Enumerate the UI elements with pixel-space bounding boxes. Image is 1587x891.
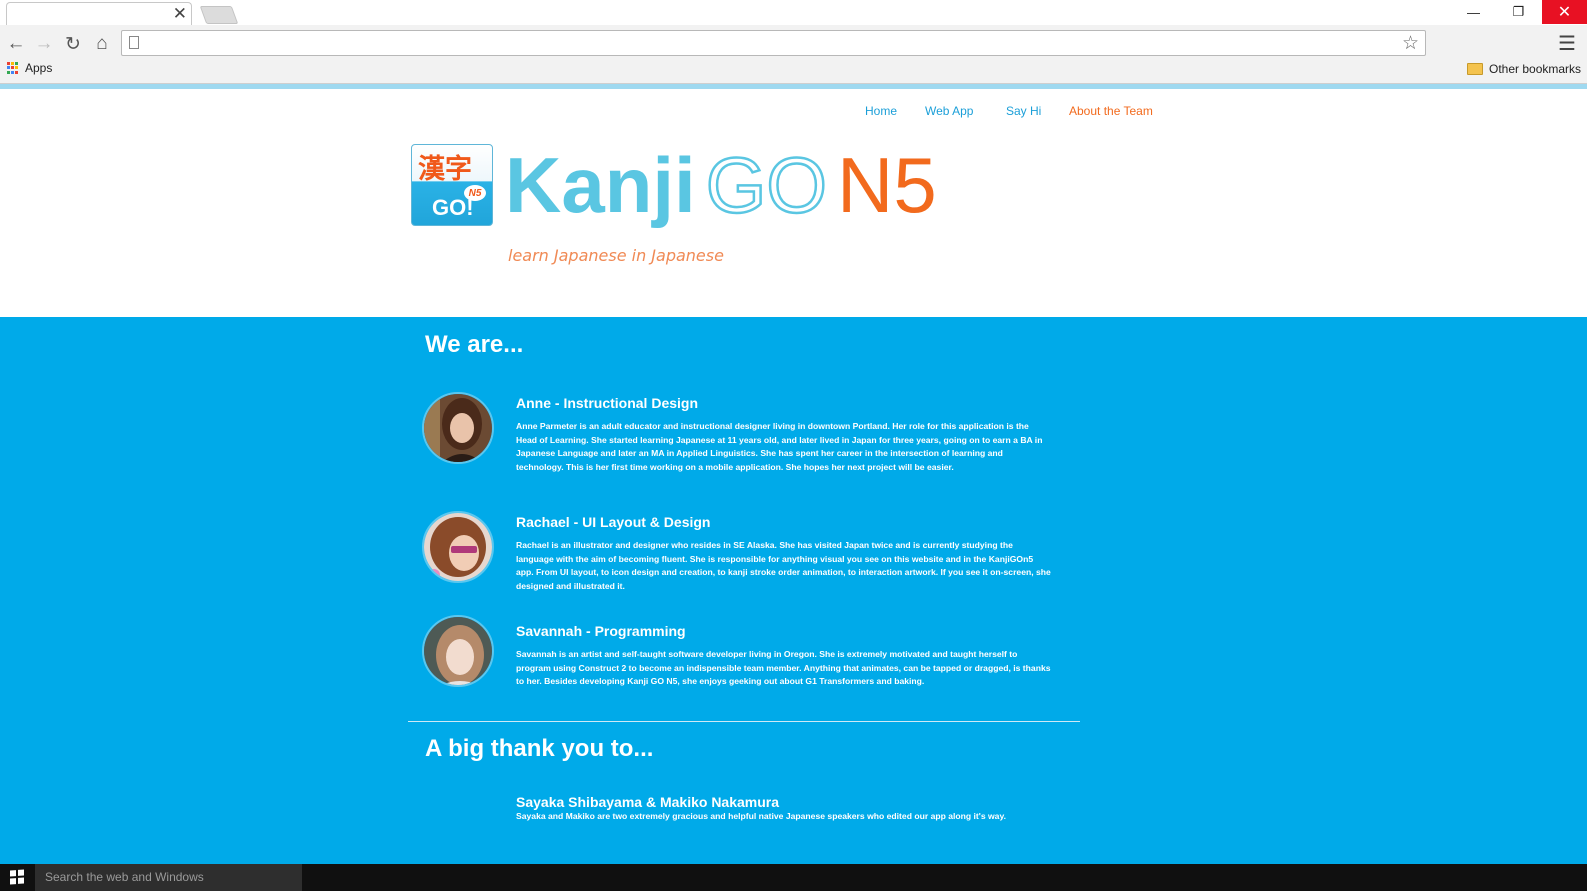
bookmarks-bar: Apps Other bookmarks	[0, 59, 1587, 83]
member-bio: Rachael is an illustrator and designer w…	[516, 540, 1051, 592]
new-tab-button[interactable]	[199, 6, 239, 24]
logo-go: GO!	[432, 195, 474, 220]
restore-button[interactable]: ❐	[1496, 0, 1541, 24]
home-icon[interactable]: ⌂	[90, 32, 114, 56]
thanks-name: Sayaka Shibayama & Makiko Nakamura	[516, 794, 780, 810]
page-icon	[129, 36, 139, 49]
member-name: Anne - Instructional Design	[516, 395, 699, 411]
browser-toolbar: ← → ↻ ⌂ ☆ ☰ Apps Other bookmarks	[0, 25, 1587, 84]
apps-bookmark[interactable]: Apps	[7, 61, 52, 75]
tab-close-icon[interactable]: ✕	[173, 4, 187, 24]
bookmark-star-icon[interactable]: ☆	[1402, 32, 1419, 55]
windows-start-icon[interactable]	[10, 869, 24, 885]
logo-kanji: 漢字	[418, 154, 472, 185]
avatar	[422, 615, 494, 687]
reload-icon[interactable]: ↻	[61, 32, 85, 56]
member-name: Rachael - UI Layout & Design	[516, 514, 711, 530]
team-heading: We are...	[425, 331, 524, 358]
other-bookmarks-label: Other bookmarks	[1489, 62, 1582, 76]
tagline: learn Japanese in Japanese	[508, 246, 724, 265]
chrome-menu-icon[interactable]: ☰	[1558, 31, 1576, 56]
brand-word-kanji: Kanji	[505, 141, 696, 229]
site-header: Home Web App Say Hi About the Team 漢字 N5…	[0, 89, 1587, 317]
member-name: Savannah - Programming	[516, 623, 686, 639]
nav-home[interactable]: Home	[865, 104, 897, 118]
avatar	[422, 392, 494, 464]
back-arrow-icon[interactable]: ←	[4, 32, 28, 56]
section-divider	[408, 721, 1080, 722]
folder-icon	[1467, 63, 1483, 75]
apps-grid-icon	[7, 62, 19, 74]
other-bookmarks[interactable]: Other bookmarks	[1467, 62, 1581, 76]
apps-label: Apps	[25, 61, 53, 75]
nav-web-app[interactable]: Web App	[925, 104, 973, 118]
windows-taskbar: Search the web and Windows	[0, 864, 1587, 891]
browser-titlebar: ✕ — ❐ ✕	[0, 0, 1587, 25]
taskbar-search-input[interactable]: Search the web and Windows	[35, 864, 302, 891]
address-bar[interactable]: ☆	[121, 30, 1426, 56]
brand-word-go: GO	[704, 140, 828, 231]
minimize-button[interactable]: —	[1451, 0, 1496, 24]
brand-title: Kanji GO N5	[505, 137, 937, 233]
app-logo: 漢字 N5 GO!	[411, 144, 493, 226]
thanks-heading: A big thank you to...	[425, 735, 654, 762]
avatar	[422, 511, 494, 583]
member-bio: Savannah is an artist and self-taught so…	[516, 649, 1051, 687]
thanks-bio: Sayaka and Makiko are two extremely grac…	[516, 811, 1006, 821]
team-section: We are... Anne - Instructional Design An…	[0, 317, 1587, 864]
nav-say-hi[interactable]: Say Hi	[1006, 104, 1041, 118]
close-window-button[interactable]: ✕	[1542, 0, 1587, 24]
brand-word-n5: N5	[837, 141, 937, 229]
nav-about-team[interactable]: About the Team	[1069, 104, 1153, 118]
member-bio: Anne Parmeter is an adult educator and i…	[516, 421, 1043, 473]
forward-arrow-icon[interactable]: →	[32, 32, 56, 56]
browser-tab[interactable]: ✕	[6, 2, 192, 25]
